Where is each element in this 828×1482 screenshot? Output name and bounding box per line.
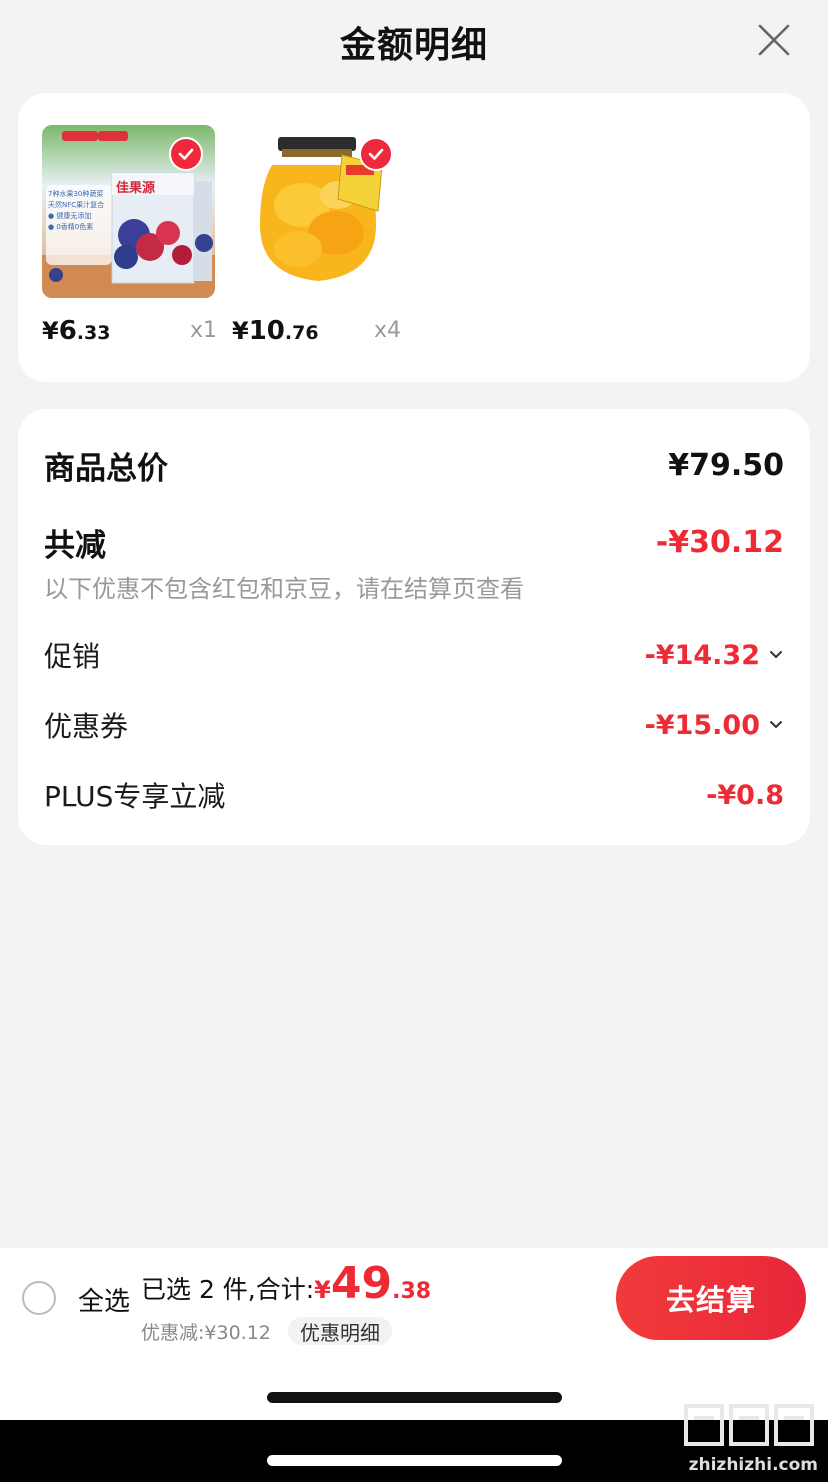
promo-row[interactable]: 促销 -¥14.32 — [44, 635, 784, 675]
subtotal-row: 商品总价 ¥79.50 — [44, 443, 784, 488]
home-indicator-secondary — [267, 1455, 562, 1466]
juice-brand: 佳果源 — [116, 181, 156, 196]
select-all-label[interactable]: 全选 — [78, 1281, 130, 1318]
total-decimal: .38 — [392, 1279, 432, 1304]
discount-note: 以下优惠不包含红包和京豆，请在结算页查看 — [44, 575, 524, 603]
product-quantity: x1 — [190, 318, 218, 343]
total-yen: ¥ — [314, 1276, 331, 1304]
select-all-radio[interactable] — [22, 1281, 56, 1315]
close-button[interactable] — [756, 22, 792, 58]
close-icon — [758, 24, 790, 56]
product-item[interactable]: ¥10.76 x4 — [232, 125, 407, 346]
chevron-down-icon — [770, 651, 782, 658]
promo-value[interactable]: -¥14.32 — [645, 640, 784, 671]
watermark-logo — [684, 1404, 814, 1446]
checkout-button[interactable]: 去结算 — [616, 1256, 806, 1340]
plus-value: -¥0.8 — [706, 779, 784, 811]
total-reduction-row: 共减 -¥30.12 — [44, 520, 784, 565]
coupon-label: 优惠券 — [44, 710, 129, 743]
header: 金额明细 — [0, 0, 828, 84]
plus-label: PLUS专享立减 — [44, 780, 226, 813]
product-image-juice[interactable]: 佳果源 7种水果30种蔬菜 天然NFC果汁复合 ● 健康无添加 ● 0香精0色素 — [42, 125, 215, 298]
juice-tagline: 7种水果30种蔬菜 天然NFC果汁复合 ● 健康无添加 ● 0香精0色素 — [48, 190, 105, 231]
product-price: ¥6.33 — [42, 316, 111, 346]
selected-summary: 已选 2 件,合计: — [141, 1275, 315, 1304]
product-item[interactable]: 佳果源 7种水果30种蔬菜 天然NFC果汁复合 ● 健康无添加 ● 0香精0色素… — [42, 125, 217, 346]
home-indicator — [267, 1392, 562, 1403]
products-card: 佳果源 7种水果30种蔬菜 天然NFC果汁复合 ● 健康无添加 ● 0香精0色素… — [18, 93, 810, 382]
product-image-peach[interactable] — [232, 125, 405, 298]
total-reduction-value: -¥30.12 — [655, 525, 784, 560]
subtotal-value: ¥79.50 — [668, 448, 784, 483]
order-summary: 已选 2 件,合计: ¥ 49 .38 — [141, 1258, 431, 1309]
subtotal-label: 商品总价 — [44, 451, 168, 487]
price-detail-card: 商品总价 ¥79.50 共减 -¥30.12 以下优惠不包含红包和京豆，请在结算… — [18, 409, 810, 845]
plus-row: PLUS专享立减 -¥0.8 — [44, 775, 784, 815]
page-title: 金额明细 — [339, 25, 488, 66]
discount-summary: 优惠减:¥30.12 — [141, 1322, 271, 1344]
chevron-down-icon — [770, 721, 782, 728]
selected-check-icon[interactable] — [169, 137, 203, 171]
selected-check-icon[interactable] — [359, 137, 393, 171]
coupon-row[interactable]: 优惠券 -¥15.00 — [44, 705, 784, 745]
discount-detail-link[interactable]: 优惠明细 — [288, 1317, 392, 1345]
total-reduction-label: 共减 — [44, 528, 106, 564]
product-price: ¥10.76 — [232, 316, 319, 346]
promo-label: 促销 — [44, 640, 101, 673]
product-quantity: x4 — [374, 318, 402, 343]
coupon-value[interactable]: -¥15.00 — [645, 710, 784, 741]
total-integer: 49 — [330, 1258, 393, 1309]
watermark-text: zhizhizhi.com — [688, 1455, 818, 1475]
